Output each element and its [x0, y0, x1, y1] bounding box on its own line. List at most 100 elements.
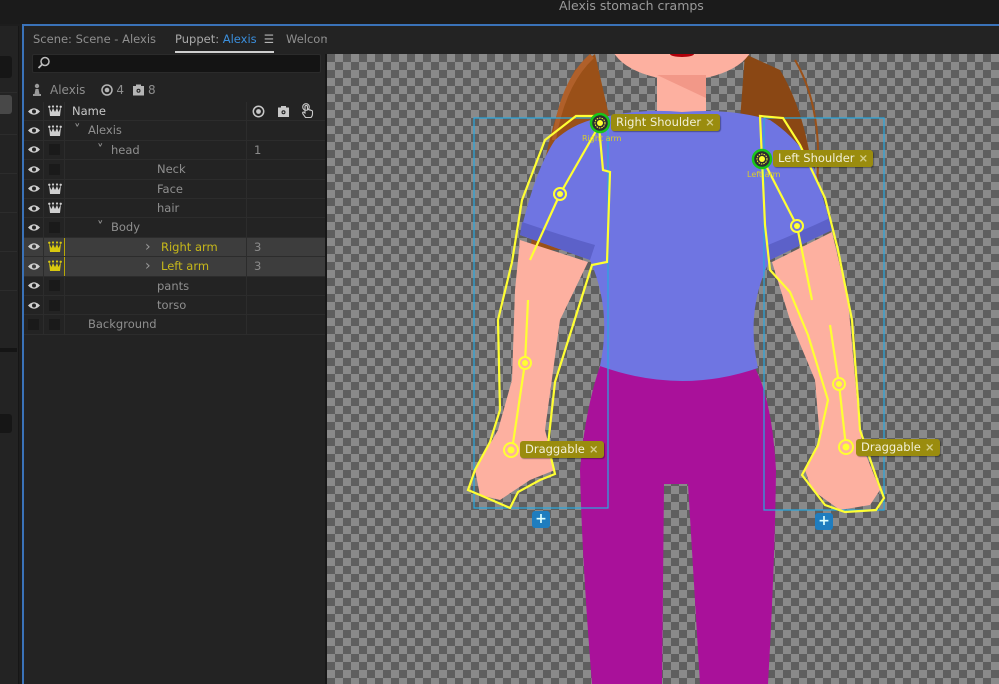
left-wrist-handle: [832, 377, 846, 391]
layer-name-cell[interactable]: ˅ head: [66, 140, 247, 160]
visibility-toggle[interactable]: [24, 295, 44, 315]
name-column-header[interactable]: Name: [66, 102, 247, 121]
layer-name: Alexis: [88, 123, 122, 138]
chevron-down-icon[interactable]: ˅: [97, 141, 104, 160]
table-row[interactable]: Face: [24, 179, 327, 199]
independent-off-box: [49, 280, 60, 292]
visibility-toggle[interactable]: [24, 140, 44, 160]
independent-toggle[interactable]: [45, 295, 65, 315]
table-row[interactable]: Background: [24, 315, 327, 335]
divider: [0, 92, 17, 93]
visibility-toggle[interactable]: [24, 257, 44, 276]
layer-name-cell[interactable]: torso: [66, 295, 247, 315]
panel-tabs: Scene: Scene - Alexis Puppet: Alexis ☰ We…: [24, 26, 339, 54]
close-icon[interactable]: ×: [589, 442, 599, 456]
divider: [0, 251, 17, 252]
behaviors-count-group: 8: [132, 83, 156, 97]
left-draggable-tag[interactable]: Draggable ×: [856, 439, 940, 456]
puppet-name: Alexis: [50, 83, 86, 97]
table-row[interactable]: › Left arm 3: [24, 257, 327, 277]
independent-toggle[interactable]: [45, 160, 65, 179]
left-shoulder-handle: [751, 148, 773, 170]
layer-name-cell[interactable]: Face: [66, 179, 247, 198]
right-draggable-tag-label: Draggable: [525, 442, 585, 456]
independent-toggle[interactable]: [45, 121, 65, 140]
layer-name: pants: [157, 278, 190, 293]
handles-column-icon: [252, 105, 265, 118]
table-row[interactable]: torso: [24, 295, 327, 316]
independent-toggle[interactable]: [45, 237, 65, 257]
divider: [0, 212, 17, 213]
table-row[interactable]: ˅ head 1: [24, 140, 327, 161]
divider: [0, 134, 17, 135]
chevron-down-icon[interactable]: ˅: [74, 121, 81, 140]
independent-off-box: [49, 299, 60, 311]
tab-scene[interactable]: Scene: Scene - Alexis: [33, 32, 156, 46]
left-arm-add-handle-button[interactable]: +: [815, 513, 833, 530]
independent-off-box: [49, 318, 60, 330]
left-panel-input[interactable]: [0, 414, 12, 433]
visibility-toggle[interactable]: [24, 121, 44, 140]
visibility-toggle[interactable]: [24, 315, 44, 334]
layer-name-cell[interactable]: hair: [66, 198, 247, 218]
touch-column-icon: [302, 103, 314, 119]
chevron-right-icon[interactable]: ›: [145, 257, 151, 276]
layer-name-cell[interactable]: › Left arm: [66, 257, 247, 276]
visibility-toggle[interactable]: [24, 160, 44, 179]
independent-toggle[interactable]: [45, 257, 65, 276]
right-draggable-tag[interactable]: Draggable ×: [520, 441, 604, 458]
close-icon[interactable]: ×: [705, 115, 715, 129]
right-shoulder-tag[interactable]: Right Shoulder ×: [611, 114, 720, 131]
visibility-toggle[interactable]: [24, 179, 44, 198]
panel-menu-icon[interactable]: ☰: [264, 32, 274, 46]
left-shoulder-tag[interactable]: Left Shoulder ×: [773, 150, 874, 167]
search-input[interactable]: [32, 54, 321, 73]
eye-icon: [27, 127, 40, 134]
crown-icon: [47, 241, 62, 252]
divider: [0, 290, 17, 291]
independent-toggle[interactable]: [45, 315, 65, 334]
left-panel-field[interactable]: [0, 56, 12, 78]
right-arm-add-handle-button[interactable]: +: [532, 511, 550, 528]
handle-count: 3: [254, 259, 262, 274]
crown-icon: [47, 105, 62, 117]
table-row[interactable]: pants: [24, 276, 327, 296]
independent-off-box: [49, 163, 60, 175]
table-row[interactable]: Neck: [24, 160, 327, 180]
visibility-toggle[interactable]: [24, 237, 44, 257]
independent-toggle[interactable]: [45, 198, 65, 218]
layers-table: Name ˅ Alexis ˅ head 1 Neck Face hair ˅ Body › Righ…: [24, 102, 327, 335]
puppet-canvas[interactable]: Right arm Left arm Right Shoulder × Left …: [327, 54, 999, 684]
close-icon[interactable]: ×: [925, 440, 935, 454]
puppet-info-bar: Alexis 4 8: [32, 82, 156, 98]
independent-toggle[interactable]: [45, 179, 65, 198]
layer-name-cell[interactable]: Background: [66, 315, 247, 334]
layer-name-cell[interactable]: Neck: [66, 160, 247, 179]
visibility-toggle[interactable]: [24, 198, 44, 218]
tab-puppet[interactable]: Puppet: Alexis ☰: [175, 32, 274, 53]
behaviors-column-icon: [278, 106, 289, 117]
eye-icon: [27, 243, 40, 251]
independent-toggle[interactable]: [45, 140, 65, 160]
visibility-toggle[interactable]: [24, 218, 44, 237]
independent-toggle[interactable]: [45, 218, 65, 237]
viewport-header: [327, 26, 999, 54]
independent-off-box: [49, 144, 60, 156]
left-panel-splitter[interactable]: [0, 348, 17, 352]
chevron-right-icon[interactable]: ›: [145, 238, 151, 257]
chevron-down-icon[interactable]: ˅: [97, 218, 104, 237]
layer-name-cell[interactable]: ˅ Alexis: [66, 121, 247, 140]
layer-name-cell[interactable]: pants: [66, 276, 247, 295]
table-row[interactable]: › Right arm 3: [24, 237, 327, 258]
table-row[interactable]: ˅ Alexis: [24, 121, 327, 141]
eye-icon: [27, 146, 40, 154]
left-collapsed-panel: +: [0, 26, 19, 684]
table-row[interactable]: hair: [24, 198, 327, 219]
left-panel-selected-item[interactable]: [0, 95, 12, 114]
layer-name-cell[interactable]: ˅ Body: [66, 218, 247, 237]
table-row[interactable]: ˅ Body: [24, 218, 327, 238]
layer-name-cell[interactable]: › Right arm: [66, 237, 247, 257]
visibility-toggle[interactable]: [24, 276, 44, 295]
independent-toggle[interactable]: [45, 276, 65, 295]
close-icon[interactable]: ×: [859, 151, 869, 165]
